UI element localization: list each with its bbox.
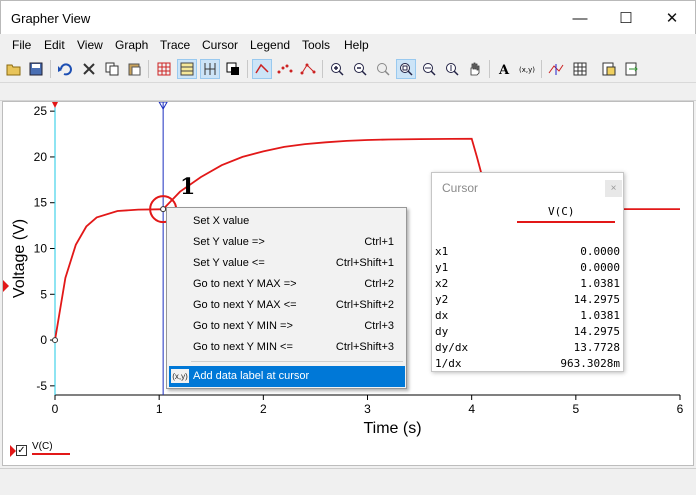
menu-item-add-data-label[interactable]: (x,y) Add data label at cursor xyxy=(169,366,405,387)
menu-bar: File Edit View Graph Trace Cursor Legend… xyxy=(0,34,696,56)
window-title: Grapher View xyxy=(11,11,91,26)
y-tick-label: 10 xyxy=(34,242,48,256)
menu-graph[interactable]: Graph xyxy=(115,38,148,52)
y-tick-label: 20 xyxy=(34,150,48,164)
cursor-window-title: Cursor xyxy=(442,181,479,195)
y-tick-label: 15 xyxy=(34,196,48,210)
menu-item-set-y-back[interactable]: Set Y value <= Ctrl+Shift+1 xyxy=(169,253,405,274)
x-tick-label: 5 xyxy=(572,402,579,416)
cursor-1-point xyxy=(52,337,58,344)
window-icon[interactable] xyxy=(223,59,243,79)
menu-tools[interactable]: Tools xyxy=(302,38,330,52)
x-tick-label: 1 xyxy=(156,402,163,416)
menu-view[interactable]: View xyxy=(77,38,103,52)
cursor-row: dy/dx 13.7728 xyxy=(435,341,620,354)
overlay-icon[interactable] xyxy=(622,59,642,79)
data-label-icon[interactable]: (x,y) xyxy=(517,59,537,79)
trace-marker xyxy=(3,280,9,292)
legend-label: V(C) xyxy=(32,441,53,452)
zoom-out-icon[interactable] xyxy=(350,59,370,79)
cursor-row: y1 0.0000 xyxy=(435,261,620,274)
zoom-fit-icon[interactable] xyxy=(373,59,393,79)
cursor-row: 1/dx 963.3028m xyxy=(435,357,620,370)
svg-text:A: A xyxy=(498,63,510,76)
zoom-window-icon[interactable] xyxy=(396,59,416,79)
menu-edit[interactable]: Edit xyxy=(44,38,65,52)
points-icon[interactable] xyxy=(275,59,295,79)
paste-icon[interactable] xyxy=(124,59,144,79)
legend-line xyxy=(32,453,70,455)
context-menu: Set X value Set Y value => Ctrl+1 Set Y v… xyxy=(166,207,407,389)
cursor-window: Cursor × V(C) x1 0.0000 y1 0.0000 x2 1.0381… xyxy=(431,172,624,372)
table-icon[interactable] xyxy=(570,59,590,79)
menu-item-set-y-fwd[interactable]: Set Y value => Ctrl+1 xyxy=(169,232,405,253)
line-icon[interactable] xyxy=(252,59,272,79)
annotation-label: 1 xyxy=(180,174,196,200)
cursor-row: dy 14.2975 xyxy=(435,325,620,338)
zoom-in-icon[interactable] xyxy=(327,59,347,79)
export-icon[interactable] xyxy=(599,59,619,79)
toolbar: A (x,y) xyxy=(0,56,696,83)
status-bar xyxy=(0,468,696,495)
line-points-icon[interactable] xyxy=(298,59,318,79)
close-button[interactable]: ✕ xyxy=(649,1,695,35)
delete-icon[interactable] xyxy=(79,59,99,79)
minimize-button[interactable]: — xyxy=(557,1,603,35)
stack-icon[interactable] xyxy=(200,59,220,79)
x-tick-label: 2 xyxy=(260,402,267,416)
pan-icon[interactable] xyxy=(465,59,485,79)
title-bar: Grapher View — ☐ ✕ xyxy=(0,0,696,34)
menu-item-next-ymax-back[interactable]: Go to next Y MAX <= Ctrl+Shift+2 xyxy=(169,295,405,316)
cursor-row: x1 0.0000 xyxy=(435,245,620,258)
y-tick-label: 25 xyxy=(34,104,48,118)
menu-help[interactable]: Help xyxy=(344,38,369,52)
x-tick-label: 3 xyxy=(364,402,371,416)
zoom-x-icon[interactable] xyxy=(419,59,439,79)
menu-trace[interactable]: Trace xyxy=(160,38,190,52)
maximize-button[interactable]: ☐ xyxy=(603,1,649,35)
x-tick-label: 4 xyxy=(468,402,475,416)
x-tick-label: 0 xyxy=(52,402,59,416)
menu-item-next-ymin-back[interactable]: Go to next Y MIN <= Ctrl+Shift+3 xyxy=(169,337,405,358)
legend-checkbox[interactable]: ✓ xyxy=(16,445,27,456)
cursor-1-handle xyxy=(52,102,58,108)
menu-item-next-ymax-fwd[interactable]: Go to next Y MAX => Ctrl+2 xyxy=(169,274,405,295)
cursor-column-line xyxy=(517,221,615,223)
x-axis-label: Time (s) xyxy=(363,420,421,437)
cursor-window-close-button[interactable]: × xyxy=(605,180,622,197)
menu-legend[interactable]: Legend xyxy=(250,38,290,52)
copy-icon[interactable] xyxy=(102,59,122,79)
cursor-row: y2 14.2975 xyxy=(435,293,620,306)
x-tick-label: 6 xyxy=(677,402,684,416)
menu-cursor[interactable]: Cursor xyxy=(202,38,238,52)
open-icon[interactable] xyxy=(4,59,24,79)
menu-separator xyxy=(191,361,403,362)
trace-strip xyxy=(0,84,696,101)
zoom-y-icon[interactable] xyxy=(442,59,462,79)
y-tick-label: 0 xyxy=(40,333,47,347)
text-icon[interactable]: A xyxy=(494,59,514,79)
data-label-icon: (x,y) xyxy=(171,369,189,383)
cursor-row: x2 1.0381 xyxy=(435,277,620,290)
undo-icon[interactable] xyxy=(55,59,75,79)
cursor-2-point xyxy=(160,206,167,213)
plot-area-icon[interactable] xyxy=(177,59,197,79)
menu-item-set-x[interactable]: Set X value xyxy=(169,211,405,232)
svg-text:(x,y): (x,y) xyxy=(519,66,535,74)
save-icon[interactable] xyxy=(26,59,46,79)
menu-file[interactable]: File xyxy=(12,38,31,52)
cursor-column-header: V(C) xyxy=(548,205,575,218)
y-tick-label: -5 xyxy=(36,379,47,393)
grid-icon[interactable] xyxy=(154,59,174,79)
menu-item-next-ymin-fwd[interactable]: Go to next Y MIN => Ctrl+3 xyxy=(169,316,405,337)
y-axis-label: Voltage (V) xyxy=(11,219,28,298)
y-tick-label: 5 xyxy=(40,287,47,301)
cursor-row: dx 1.0381 xyxy=(435,309,620,322)
cursor-icon[interactable] xyxy=(546,59,566,79)
